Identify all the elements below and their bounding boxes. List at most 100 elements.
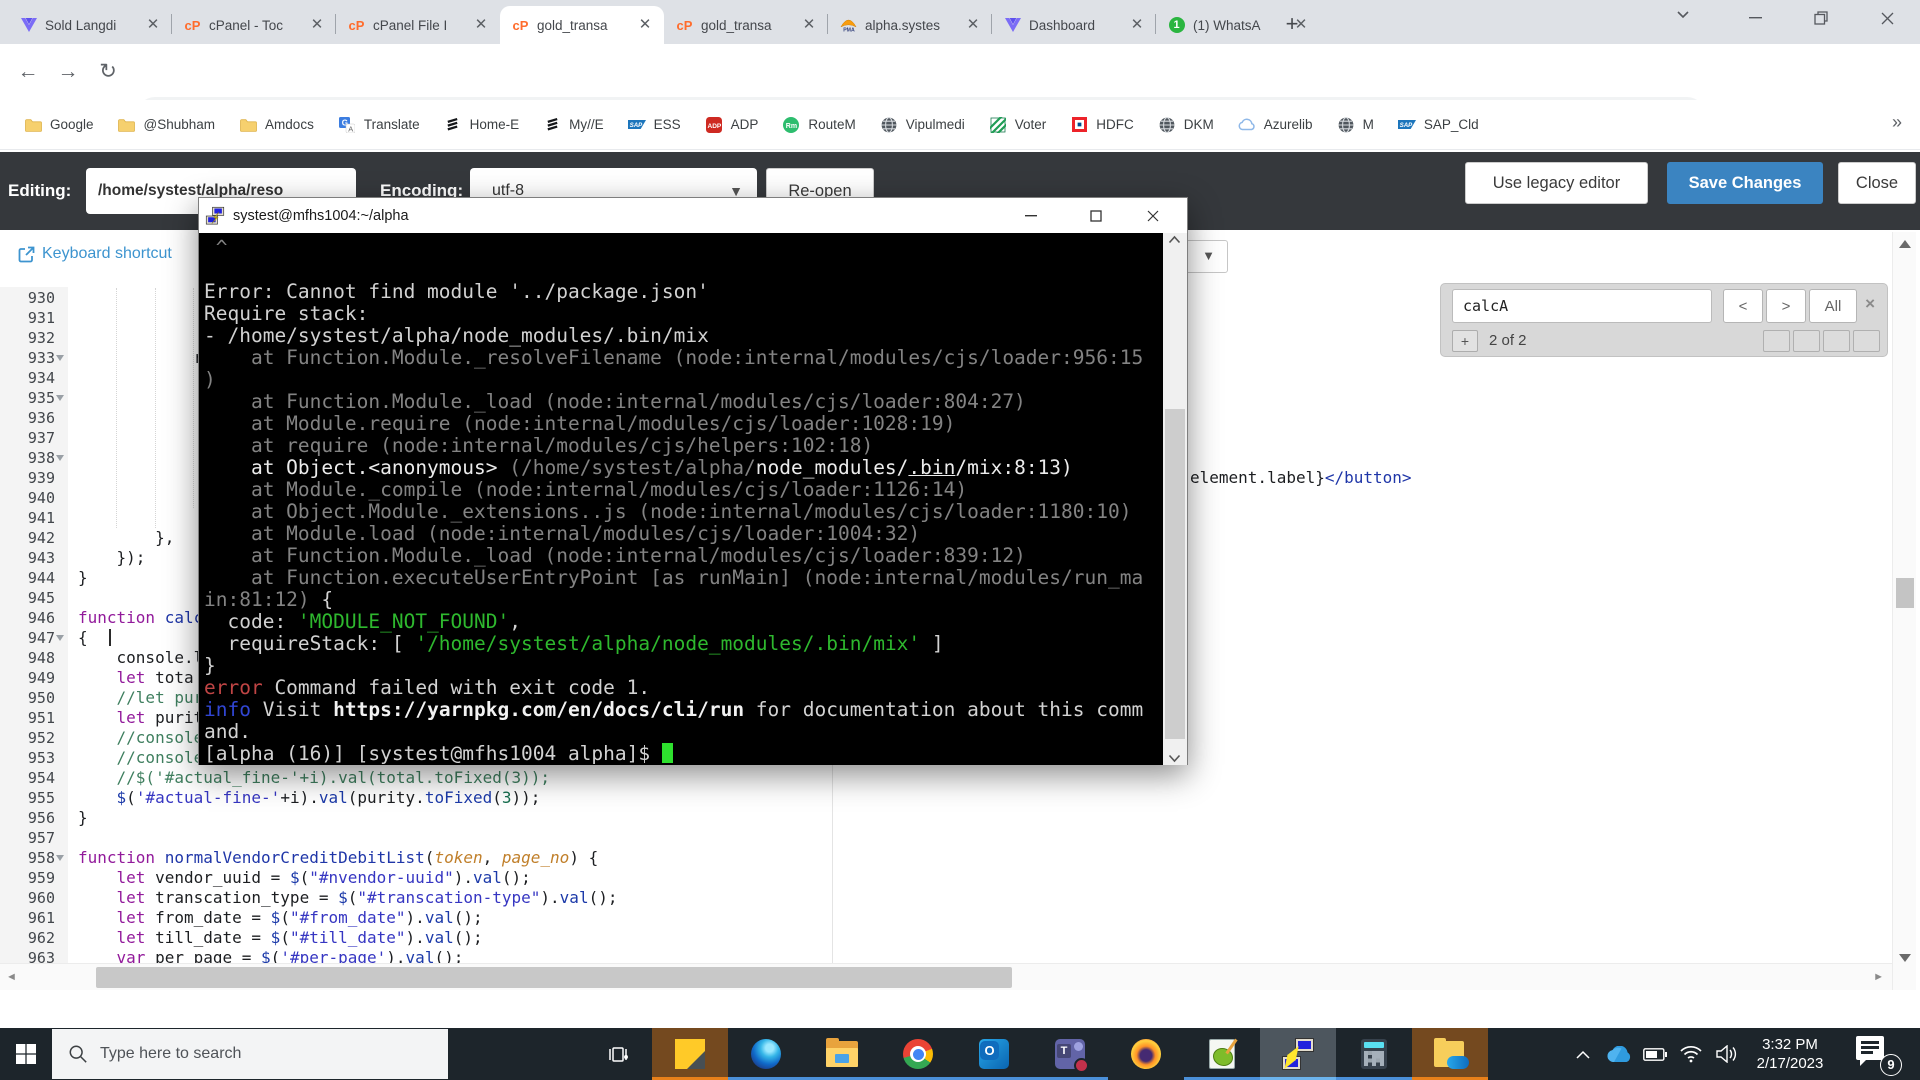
browser-tab-6[interactable]: PMAalpha.systes✕ [828, 6, 992, 44]
search-input[interactable] [1452, 289, 1712, 323]
bookmark-home-e[interactable]: Home-E [444, 117, 520, 133]
search-selection-toggle[interactable] [1853, 330, 1880, 352]
wifi-icon[interactable] [1673, 1028, 1709, 1080]
terminal-scrollbar[interactable] [1163, 233, 1187, 765]
taskbar-clock[interactable]: 3:32 PM 2/17/2023 [1745, 1035, 1835, 1073]
search-all-button[interactable]: All [1809, 289, 1857, 323]
browser-tab-1[interactable]: Sold Langdi✕ [8, 6, 172, 44]
save-changes-button[interactable]: Save Changes [1667, 162, 1823, 204]
volume-icon[interactable] [1709, 1028, 1745, 1080]
tab-close-icon[interactable]: ✕ [308, 16, 326, 34]
line-number: 948 [5, 648, 55, 668]
fold-arrow-icon[interactable] [56, 855, 64, 861]
scroll-right-arrow[interactable]: ► [1873, 971, 1884, 983]
search-add-button[interactable]: + [1452, 330, 1478, 352]
taskbar-app-firefox[interactable] [1108, 1028, 1184, 1080]
terminal-title-bar[interactable]: systest@mfhs1004:~/alpha [199, 198, 1187, 233]
bookmark--shubham[interactable]: @Shubham [118, 117, 216, 133]
search-regex-toggle[interactable] [1763, 330, 1790, 352]
bookmark-google[interactable]: Google [24, 117, 94, 133]
bookmark-routem[interactable]: RmRouteM [782, 117, 855, 133]
bookmarks-overflow-chevron[interactable]: » [1892, 112, 1902, 133]
vuexy-icon [20, 17, 37, 34]
vertical-scrollbar-thumb[interactable] [1896, 578, 1914, 608]
search-next-button[interactable]: > [1766, 289, 1806, 323]
terminal-maximize-button[interactable] [1070, 198, 1122, 233]
bookmark-hdfc[interactable]: HDFC [1070, 117, 1134, 133]
battery-icon[interactable] [1637, 1028, 1673, 1080]
tab-close-icon[interactable]: ✕ [144, 16, 162, 34]
browser-tab-4[interactable]: cPgold_transa✕ [500, 6, 664, 44]
bookmark-voter[interactable]: Voter [989, 117, 1047, 133]
taskbar-app-chrome[interactable] [880, 1028, 956, 1080]
browser-tab-7[interactable]: Dashboard✕ [992, 6, 1156, 44]
taskbar-app-sticky-notes[interactable] [652, 1028, 728, 1080]
use-legacy-editor-button[interactable]: Use legacy editor [1465, 162, 1648, 204]
terminal-scrollbar-thumb[interactable] [1165, 409, 1185, 739]
terminal-output[interactable]: ^Error: Cannot find module '../package.j… [199, 233, 1165, 765]
back-button[interactable]: ← [14, 58, 42, 86]
bookmark-translate[interactable]: GATranslate [338, 117, 420, 133]
bookmark-sap-cld[interactable]: SAPSAP_Cld [1398, 117, 1479, 133]
search-prev-button[interactable]: < [1723, 289, 1763, 323]
horizontal-scrollbar-thumb[interactable] [96, 967, 1012, 988]
fold-arrow-icon[interactable] [56, 355, 64, 361]
taskbar-app-outlook[interactable] [956, 1028, 1032, 1080]
keyboard-shortcuts-link[interactable]: Keyboard shortcut [18, 245, 172, 263]
taskbar-app-putty[interactable] [1260, 1028, 1336, 1080]
terminal-close-button[interactable] [1127, 198, 1179, 233]
search-case-toggle[interactable] [1793, 330, 1820, 352]
scroll-left-arrow[interactable]: ◄ [6, 971, 17, 983]
bookmark-amdocs[interactable]: Amdocs [239, 117, 314, 133]
bookmark-ess[interactable]: SAPESS [628, 117, 681, 133]
search-close-button[interactable]: × [1865, 294, 1875, 314]
browser-tab-2[interactable]: cPcPanel - Toc✕ [172, 6, 336, 44]
taskbar-app-teams[interactable] [1032, 1028, 1108, 1080]
scroll-up-arrow[interactable] [1899, 240, 1911, 248]
tab-close-icon[interactable]: ✕ [472, 16, 490, 34]
bookmark-azurelib[interactable]: Azurelib [1238, 117, 1313, 133]
bookmark-my-e[interactable]: My//E [543, 117, 604, 133]
tab-close-icon[interactable]: ✕ [964, 16, 982, 34]
scroll-down-arrow[interactable] [1899, 954, 1911, 962]
start-button[interactable] [0, 1028, 52, 1080]
tab-search-chevron-icon[interactable] [1676, 10, 1690, 20]
fold-arrow-icon[interactable] [56, 395, 64, 401]
notification-center-button[interactable]: 9 [1856, 1034, 1902, 1076]
tab-close-icon[interactable]: ✕ [1128, 16, 1146, 34]
tab-title: alpha.systes [865, 18, 964, 33]
tray-chevron-up-icon[interactable] [1565, 1028, 1601, 1080]
taskbar-app-edge[interactable] [728, 1028, 804, 1080]
task-view-button[interactable] [592, 1028, 644, 1080]
browser-tab-5[interactable]: cPgold_transa✕ [664, 6, 828, 44]
horizontal-scrollbar[interactable]: ◄ ► [0, 963, 1892, 990]
taskbar-app-onedrive-folder[interactable] [1412, 1028, 1488, 1080]
browser-tab-3[interactable]: cPcPanel File I✕ [336, 6, 500, 44]
terminal-scroll-up[interactable] [1168, 235, 1181, 244]
window-maximize-button[interactable] [1788, 1, 1854, 35]
window-close-button[interactable] [1854, 1, 1920, 35]
svg-text:SAP: SAP [1399, 122, 1413, 129]
onedrive-cloud-icon[interactable] [1601, 1028, 1637, 1080]
taskbar-app-file-explorer[interactable] [804, 1028, 880, 1080]
bookmark-m[interactable]: M [1337, 117, 1374, 133]
terminal-minimize-button[interactable] [1005, 198, 1057, 233]
vertical-scrollbar[interactable] [1892, 232, 1916, 990]
taskbar-app-calculator[interactable] [1336, 1028, 1412, 1080]
new-tab-button[interactable]: + [1278, 10, 1306, 38]
refresh-button[interactable]: ↻ [94, 58, 122, 86]
taskbar-search-box[interactable]: Type here to search [52, 1029, 448, 1079]
taskbar-app-notepad-plus-plus[interactable] [1184, 1028, 1260, 1080]
forward-button[interactable]: → [54, 58, 82, 86]
search-word-toggle[interactable] [1823, 330, 1850, 352]
tab-close-icon[interactable]: ✕ [636, 16, 654, 34]
tab-close-icon[interactable]: ✕ [800, 16, 818, 34]
bookmark-vipulmedi[interactable]: Vipulmedi [880, 117, 965, 133]
terminal-scroll-down[interactable] [1168, 754, 1181, 763]
bookmark-dkm[interactable]: DKM [1158, 117, 1214, 133]
fold-arrow-icon[interactable] [56, 635, 64, 641]
fold-arrow-icon[interactable] [56, 455, 64, 461]
close-button[interactable]: Close [1838, 162, 1916, 204]
bookmark-adp[interactable]: ADPADP [705, 117, 759, 133]
window-minimize-button[interactable] [1722, 1, 1788, 35]
